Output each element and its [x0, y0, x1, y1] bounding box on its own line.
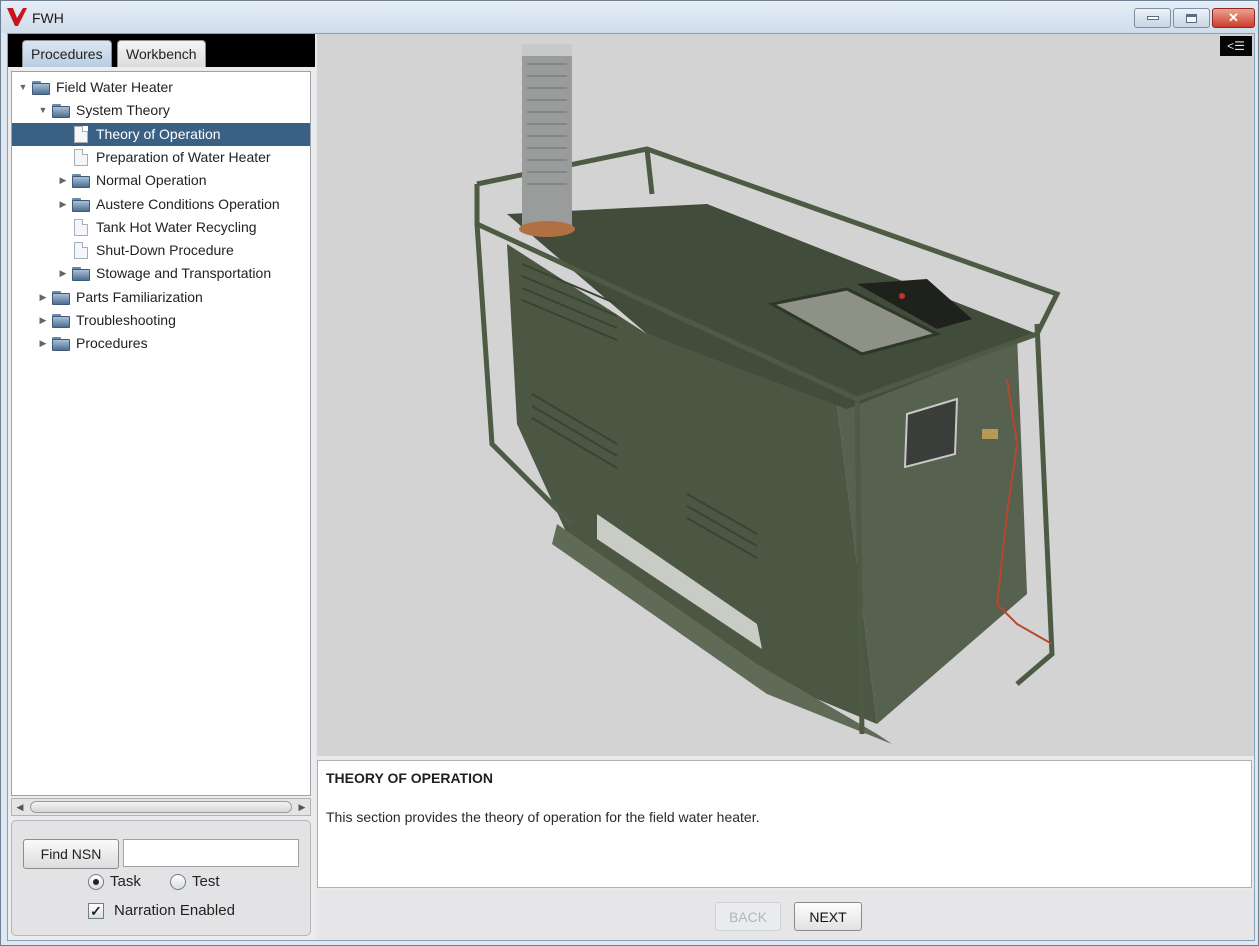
- tree-item[interactable]: Tank Hot Water Recycling: [12, 216, 310, 239]
- folder-icon: [72, 173, 90, 189]
- folder-icon: [52, 290, 70, 305]
- field-water-heater-model[interactable]: [317, 34, 1254, 756]
- tab-procedures[interactable]: Procedures: [22, 40, 112, 67]
- tree-item[interactable]: ▶ Austere Conditions Operation: [12, 193, 310, 216]
- scrollbar-thumb[interactable]: [30, 801, 292, 813]
- tree-item[interactable]: ▼ System Theory: [12, 99, 310, 122]
- tree-item-label: Theory of Operation: [96, 125, 221, 142]
- tree-item-label: Procedures: [76, 335, 148, 352]
- narration-label: Narration Enabled: [114, 902, 235, 919]
- brass-fitting: [982, 429, 998, 439]
- tab-strip: Procedures Workbench: [8, 34, 315, 67]
- tree-item[interactable]: ▶ Stowage and Transportation: [12, 262, 310, 285]
- folder-icon: [52, 103, 70, 119]
- tree-item[interactable]: ▼ Field Water Heater: [12, 76, 310, 99]
- close-icon: ✕: [1228, 10, 1239, 25]
- collapsed-arrow-icon[interactable]: ▶: [58, 262, 68, 285]
- collapsed-arrow-icon[interactable]: ▶: [38, 309, 48, 332]
- collapsed-arrow-icon[interactable]: ▶: [38, 332, 48, 355]
- radio-task[interactable]: Task: [88, 872, 158, 892]
- minimize-icon: [1146, 16, 1159, 20]
- description-body: This section provides the theory of oper…: [326, 809, 760, 825]
- radio-test[interactable]: Test: [170, 872, 240, 892]
- horizontal-scrollbar[interactable]: ◀ ▶: [11, 798, 311, 816]
- radio-circle: [88, 874, 104, 890]
- description-panel: THEORY OF OPERATION This section provide…: [317, 760, 1252, 888]
- radio-selected-dot: [93, 879, 99, 885]
- search-controls: Find NSN Task Test ✓ Narration Enabled: [11, 820, 311, 936]
- left-panel: Procedures Workbench ▼ Field Water Heater…: [8, 34, 315, 940]
- panel-toggle-button[interactable]: <☰: [1220, 36, 1252, 56]
- tree-item-label: System Theory: [76, 102, 170, 119]
- tab-workbench[interactable]: Workbench: [117, 40, 206, 67]
- radio-task-label: Task: [110, 873, 141, 890]
- control-indicator: [899, 293, 905, 299]
- collapsed-arrow-icon[interactable]: ▶: [38, 286, 48, 309]
- document-icon: [74, 125, 88, 143]
- title-bar: FWH ✕: [1, 1, 1258, 33]
- close-button[interactable]: ✕: [1212, 8, 1255, 28]
- nsn-input[interactable]: [123, 839, 299, 867]
- tree-item-label: Shut-Down Procedure: [96, 242, 234, 259]
- back-button[interactable]: BACK: [715, 902, 781, 931]
- find-nsn-button[interactable]: Find NSN: [23, 839, 119, 869]
- radio-test-label: Test: [192, 873, 220, 890]
- expanded-arrow-icon[interactable]: ▼: [38, 99, 48, 122]
- folder-icon: [32, 80, 50, 95]
- document-icon: [74, 148, 88, 166]
- tree-item-label: Parts Familiarization: [76, 288, 203, 305]
- folder-icon: [52, 336, 70, 352]
- navigation-bar: BACK NEXT: [317, 890, 1254, 940]
- expanded-arrow-icon[interactable]: ▼: [18, 76, 28, 99]
- description-title: THEORY OF OPERATION: [326, 770, 493, 786]
- collapsed-arrow-icon[interactable]: ▶: [58, 193, 68, 216]
- tree-item-label: Troubleshooting: [76, 312, 176, 328]
- maximize-icon: [1186, 13, 1197, 23]
- tree-item[interactable]: ▶ Troubleshooting: [12, 309, 310, 332]
- tree-item[interactable]: ▶ Procedures: [12, 332, 310, 355]
- tree-item[interactable]: ▶ Parts Familiarization: [12, 286, 310, 309]
- tree-item[interactable]: Shut-Down Procedure: [12, 239, 310, 262]
- procedure-tree[interactable]: ▼ Field Water Heater ▼ System Theory Theory …: [11, 71, 311, 796]
- tree-item-label: Stowage and Transportation: [96, 265, 272, 282]
- scroll-right-icon[interactable]: ▶: [295, 799, 309, 815]
- document-icon: [74, 218, 88, 236]
- tree-item-label: Normal Operation: [96, 172, 207, 189]
- narration-checkbox[interactable]: ✓ Narration Enabled: [88, 901, 288, 921]
- stack-base: [519, 221, 575, 237]
- client-area: Procedures Workbench ▼ Field Water Heater…: [7, 33, 1255, 941]
- document-icon: [74, 242, 88, 260]
- next-button[interactable]: NEXT: [794, 902, 862, 931]
- minimize-button[interactable]: [1134, 8, 1171, 28]
- collapsed-arrow-icon[interactable]: ▶: [58, 169, 68, 192]
- folder-icon: [72, 266, 90, 282]
- app-logo-icon: [7, 8, 27, 26]
- tree-item[interactable]: ▶ Normal Operation: [12, 169, 310, 192]
- tree-item[interactable]: Theory of Operation: [12, 122, 310, 146]
- radio-circle: [170, 874, 186, 890]
- window-title: FWH: [32, 10, 64, 26]
- maximize-button[interactable]: [1173, 8, 1210, 28]
- app-window: FWH ✕ Procedures Workbench ▼ Field Water …: [0, 0, 1259, 946]
- tree-item-label: Field Water Heater: [56, 79, 173, 95]
- tree-item-label: Austere Conditions Operation: [96, 195, 280, 212]
- tree-item[interactable]: Preparation of Water Heater: [12, 146, 310, 169]
- checkmark-icon: ✓: [88, 903, 104, 919]
- 3d-viewport[interactable]: <☰: [317, 34, 1254, 756]
- tree-item-label: Preparation of Water Heater: [96, 148, 271, 165]
- tree-item-label: Tank Hot Water Recycling: [96, 218, 257, 235]
- folder-icon: [52, 313, 70, 328]
- scroll-left-icon[interactable]: ◀: [13, 799, 27, 815]
- folder-icon: [72, 197, 90, 212]
